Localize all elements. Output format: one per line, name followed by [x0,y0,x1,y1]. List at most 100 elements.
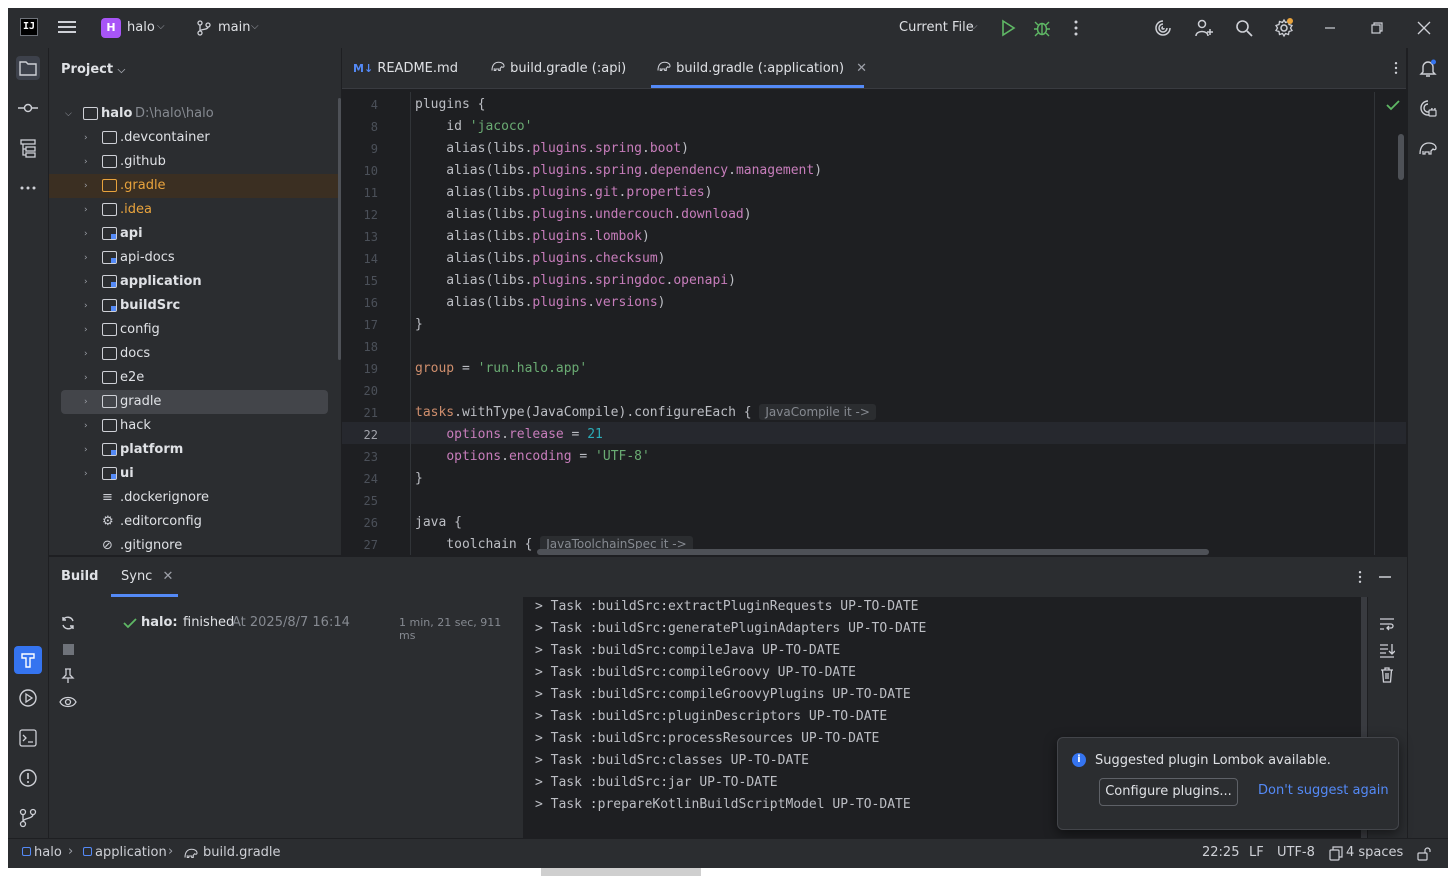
tree-item-dot-devcontainer[interactable]: › .devcontainer [49,126,341,150]
settings-gear-icon[interactable] [1274,18,1294,38]
project-badge[interactable]: H [101,18,121,38]
breadcrumb-application[interactable]: application [95,845,167,860]
module-marker-icon [111,282,116,287]
code-editor[interactable]: 4 8 9 10 11 12 13 14 15 16 17 18 19 20 21 22 23 24 25 26 27 … [342,92,1406,555]
build-result-row[interactable]: halo: finished At 2025/8/7 16:14 1 min, … [121,615,516,642]
tab-close-icon[interactable]: ✕ [856,61,867,76]
tree-item-dot-github[interactable]: › .github [49,150,341,174]
trash-icon[interactable] [1380,667,1394,683]
breadcrumb-build-gradle[interactable]: build.gradle [203,845,281,860]
tab-close-icon[interactable]: ✕ [162,569,173,584]
tree-item-dot-dockerignore[interactable]: ≡ .dockerignore [49,486,341,510]
services-run-icon[interactable] [16,686,40,710]
tree-item-gradle[interactable]: › gradle [61,390,328,414]
tree-item-label: ui [120,466,134,481]
more-vertical-icon[interactable] [1066,18,1086,38]
notifications-bell-icon[interactable] [1416,56,1440,80]
stop-icon[interactable] [63,644,74,655]
tree-item-label: hack [120,418,151,433]
more-horizontal-icon[interactable] [16,176,40,200]
caret-position[interactable]: 22:25 [1202,845,1239,860]
close-icon[interactable] [1414,18,1434,38]
ai-chat-icon[interactable] [1416,96,1440,120]
tree-item-label: .github [120,154,166,169]
tree-item-api[interactable]: › api [49,222,341,246]
tree-item-ui[interactable]: › ui [49,462,341,486]
minimize-icon[interactable] [1320,18,1340,38]
chevron-right-icon: › [84,325,88,335]
result-time: At 2025/8/7 16:14 [232,615,350,630]
tree-item-label: .editorconfig [120,514,202,529]
tree-item-e2e[interactable]: › e2e [49,366,341,390]
tree-root-halo[interactable]: ⌵ halo D:\halo\halo [49,102,341,126]
run-icon[interactable] [998,18,1018,38]
tree-item-label: platform [120,442,184,457]
tree-item-label: gradle [120,394,162,409]
editor-horizontal-scrollbar[interactable] [537,549,1209,555]
project-panel-title[interactable]: Project ⌵ [61,62,125,77]
debug-icon[interactable] [1032,18,1052,38]
tree-item-docs[interactable]: › docs [49,342,341,366]
tree-item-hack[interactable]: › hack [49,414,341,438]
search-icon[interactable] [1234,18,1254,38]
line-ending[interactable]: LF [1249,845,1264,860]
tree-item-api-docs[interactable]: › api-docs [49,246,341,270]
tree-item-platform[interactable]: › platform [49,438,341,462]
resync-icon[interactable] [60,615,76,631]
run-config-selector[interactable]: Current File [899,20,974,35]
folder-icon [102,395,117,408]
line-number: 20 [363,384,378,398]
tab-build-gradle-api[interactable]: build.gradle (:api) [490,48,626,88]
breadcrumb-halo[interactable]: halo [34,845,62,860]
chevron-right-icon: › [84,229,88,239]
editor-vertical-scrollbar[interactable] [1398,134,1404,180]
tree-scrollbar[interactable] [338,98,341,360]
ai-assistant-icon[interactable] [1153,18,1173,38]
project-folder-icon[interactable] [16,56,40,80]
eye-icon[interactable] [59,695,77,709]
console-line: > Task :buildSrc:compileGroovyPlugins UP… [535,687,911,702]
line-number: 4 [370,98,378,112]
dont-suggest-again-link[interactable]: Don't suggest again [1258,783,1389,798]
minimize-panel-icon[interactable] [1377,569,1393,585]
tab-readme[interactable]: M↓ README.md [353,48,458,88]
scroll-to-end-icon[interactable] [1379,642,1395,658]
host-window-scrollbar[interactable] [541,868,701,876]
tree-item-application[interactable]: › application [49,270,341,294]
pin-icon[interactable] [61,668,75,684]
build-hammer-icon[interactable] [14,646,42,674]
unlock-icon[interactable] [1417,847,1431,861]
chevron-right-icon: › [68,844,74,859]
console-line: > Task :prepareKotlinBuildScriptModel UP… [535,797,911,812]
indent-setting[interactable]: 4 spaces [1346,845,1403,860]
add-user-icon[interactable] [1194,18,1214,38]
tree-item-buildSrc[interactable]: › buildSrc [49,294,341,318]
tree-item-dot-editorconfig[interactable]: ⚙ .editorconfig [49,510,341,534]
tree-item-dot-gitignore[interactable]: ⊘ .gitignore [49,534,341,558]
main-menu-button[interactable] [58,18,76,38]
structure-icon[interactable] [16,136,40,160]
file-encoding[interactable]: UTF-8 [1277,845,1315,860]
restore-icon[interactable] [1367,18,1387,38]
gradle-elephant-icon[interactable] [1416,136,1440,160]
configure-plugins-button[interactable]: Configure plugins... [1099,778,1238,806]
git-icon[interactable] [16,806,40,830]
tree-item-config[interactable]: › config [49,318,341,342]
code-line: options.release = 21 [446,427,603,442]
more-vertical-icon[interactable] [1386,60,1406,76]
commit-icon[interactable] [16,96,40,120]
terminal-icon[interactable] [16,726,40,750]
project-name[interactable]: halo [127,20,155,35]
tree-item-dot-idea[interactable]: › .idea [49,198,341,222]
console-line: > Task :buildSrc:compileJava UP-TO-DATE [535,643,841,658]
more-vertical-icon[interactable] [1350,569,1370,585]
code-line: alias(libs.plugins.git.properties) [415,185,713,200]
branch-selector[interactable]: main [218,20,250,35]
tab-build-gradle-application[interactable]: build.gradle (:application) ✕ [656,48,867,88]
tree-item-dot-gradle[interactable]: › .gradle [49,174,341,198]
soft-wrap-icon[interactable] [1379,617,1395,631]
module-marker-icon [111,234,116,239]
code-line: alias(libs.plugins.versions) [415,295,666,310]
tab-sync[interactable]: Sync ✕ [121,569,173,584]
problems-icon[interactable] [16,766,40,790]
